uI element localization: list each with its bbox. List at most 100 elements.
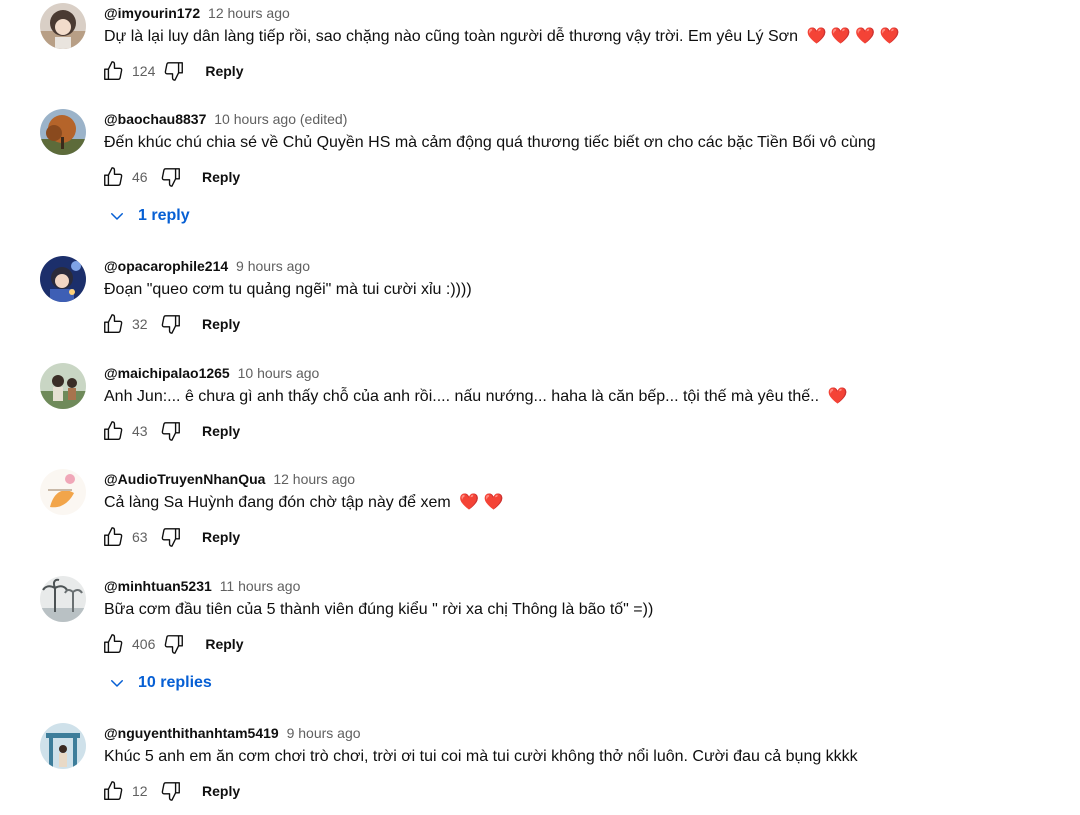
comment-author[interactable]: @imyourin172 [104, 5, 200, 21]
like-button[interactable] [100, 312, 126, 336]
comment-text: Dự là lại luy dân làng tiếp rồi, sao chặ… [104, 26, 900, 48]
comment-timestamp[interactable]: 9 hours ago [236, 258, 310, 274]
avatar[interactable] [40, 363, 86, 409]
avatar-palm-icon [40, 576, 86, 622]
like-count: 43 [132, 423, 148, 439]
comment-header: @baochau8837 10 hours ago (edited) [104, 110, 347, 128]
comment-header: @maichipalao1265 10 hours ago [104, 364, 319, 382]
like-count: 124 [132, 63, 156, 79]
comment-header: @imyourin172 12 hours ago [104, 4, 290, 22]
avatar[interactable] [40, 256, 86, 302]
dislike-button[interactable] [158, 165, 184, 189]
thumbs-down-icon [161, 422, 180, 441]
thumbs-down-icon [165, 62, 184, 81]
avatar-outdoor-icon [40, 363, 86, 409]
dislike-button[interactable] [161, 59, 187, 83]
thumbs-down-icon [161, 528, 180, 547]
comment-actions: 32 Reply [100, 312, 240, 336]
like-button[interactable] [100, 632, 126, 656]
reply-button[interactable]: Reply [202, 316, 240, 332]
thumbs-down-icon [161, 168, 180, 187]
dislike-button[interactable] [158, 419, 184, 443]
thumbs-up-icon [104, 421, 123, 440]
comment-header: @AudioTruyenNhanQua 12 hours ago [104, 470, 355, 488]
like-count: 406 [132, 636, 156, 652]
comment-timestamp[interactable]: 12 hours ago [208, 5, 290, 21]
avatar[interactable] [40, 576, 86, 622]
comment-text: Bữa cơm đầu tiên của 5 thành viên đúng k… [104, 599, 653, 621]
dislike-button[interactable] [158, 312, 184, 336]
comment-text: Đoạn "queo cơm tu quảng ngẽi" mà tui cườ… [104, 279, 472, 301]
comment-text: Cả làng Sa Huỳnh đang đón chờ tập này để… [104, 492, 503, 514]
like-button[interactable] [100, 779, 126, 803]
view-replies-button[interactable]: 10 replies [108, 674, 212, 692]
comment-header: @nguyenthithanhtam5419 9 hours ago [104, 724, 361, 742]
comment-body: Đến khúc chú chia sé về Chủ Quyền HS mà … [104, 134, 876, 151]
avatar[interactable] [40, 109, 86, 155]
like-button[interactable] [100, 59, 126, 83]
comment-body: Đoạn "queo cơm tu quảng ngẽi" mà tui cườ… [104, 281, 472, 298]
comment-timestamp[interactable]: 10 hours ago [238, 365, 320, 381]
comment-author[interactable]: @maichipalao1265 [104, 365, 230, 381]
avatar[interactable] [40, 469, 86, 515]
comment-actions: 12 Reply [100, 779, 240, 803]
comment-actions: 43 Reply [100, 419, 240, 443]
reply-button[interactable]: Reply [205, 63, 243, 79]
thumbs-up-icon [104, 527, 123, 546]
like-button[interactable] [100, 525, 126, 549]
comment-header: @opacarophile214 9 hours ago [104, 257, 310, 275]
avatar-logo-icon [40, 469, 86, 515]
comment-actions: 406 Reply [100, 632, 243, 656]
reply-button[interactable]: Reply [202, 783, 240, 799]
like-count: 46 [132, 169, 148, 185]
reply-button[interactable]: Reply [202, 529, 240, 545]
comment-author[interactable]: @opacarophile214 [104, 258, 228, 274]
dislike-button[interactable] [158, 779, 184, 803]
comment-author[interactable]: @minhtuan5231 [104, 578, 212, 594]
thumbs-up-icon [104, 634, 123, 653]
comment-body: Cả làng Sa Huỳnh đang đón chờ tập này để… [104, 494, 451, 511]
thumbs-down-icon [165, 635, 184, 654]
comment-body: Dự là lại luy dân làng tiếp rồi, sao chặ… [104, 28, 799, 45]
comment-actions: 124 Reply [100, 59, 243, 83]
replies-count-label: 10 replies [138, 674, 212, 691]
comment-actions: 63 Reply [100, 525, 240, 549]
comment-author[interactable]: @AudioTruyenNhanQua [104, 471, 265, 487]
heart-emojis: ❤️ ❤️ ❤️ ❤️ [806, 28, 900, 45]
view-replies-button[interactable]: 1 reply [108, 207, 190, 225]
reply-button[interactable]: Reply [202, 423, 240, 439]
reply-button[interactable]: Reply [202, 169, 240, 185]
avatar-girl-icon [40, 3, 86, 49]
avatar[interactable] [40, 723, 86, 769]
thumbs-up-icon [104, 314, 123, 333]
like-count: 63 [132, 529, 148, 545]
comment-author[interactable]: @baochau8837 [104, 111, 206, 127]
avatar-tree-icon [40, 109, 86, 155]
dislike-button[interactable] [158, 525, 184, 549]
like-button[interactable] [100, 165, 126, 189]
dislike-button[interactable] [161, 632, 187, 656]
chevron-down-icon [111, 680, 123, 687]
comment-actions: 46 Reply [100, 165, 240, 189]
comment-author[interactable]: @nguyenthithanhtam5419 [104, 725, 279, 741]
reply-button[interactable]: Reply [205, 636, 243, 652]
thumbs-down-icon [161, 315, 180, 334]
comment-timestamp[interactable]: 11 hours ago [220, 578, 301, 594]
comment-timestamp[interactable]: 10 hours ago (edited) [214, 111, 347, 127]
comment-header: @minhtuan5231 11 hours ago [104, 577, 300, 595]
avatar[interactable] [40, 3, 86, 49]
comment-text: Đến khúc chú chia sé về Chủ Quyền HS mà … [104, 132, 876, 154]
thumbs-up-icon [104, 61, 123, 80]
replies-count-label: 1 reply [138, 207, 190, 224]
like-button[interactable] [100, 419, 126, 443]
comment-timestamp[interactable]: 9 hours ago [287, 725, 361, 741]
thumbs-up-icon [104, 167, 123, 186]
comment-timestamp[interactable]: 12 hours ago [273, 471, 355, 487]
avatar-anime-icon [40, 256, 86, 302]
comment-text: Anh Jun:... ê chưa gì anh thấy chỗ của a… [104, 386, 847, 408]
comment-body: Anh Jun:... ê chưa gì anh thấy chỗ của a… [104, 388, 820, 405]
avatar-gate-icon [40, 723, 86, 769]
comment-body: Bữa cơm đầu tiên của 5 thành viên đúng k… [104, 601, 654, 618]
heart-emojis: ❤️ [827, 388, 848, 405]
chevron-down-icon [111, 213, 123, 220]
